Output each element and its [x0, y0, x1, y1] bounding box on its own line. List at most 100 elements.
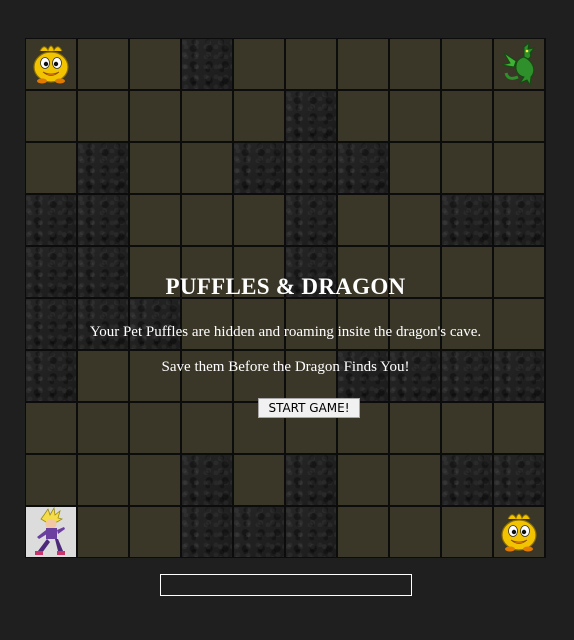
floor-tile[interactable] — [78, 351, 128, 401]
floor-tile[interactable] — [442, 91, 492, 141]
floor-tile[interactable] — [234, 299, 284, 349]
rock-tile[interactable] — [286, 91, 336, 141]
rock-tile[interactable] — [182, 39, 232, 89]
floor-tile[interactable] — [390, 299, 440, 349]
floor-tile[interactable] — [234, 455, 284, 505]
rock-tile[interactable] — [182, 507, 232, 557]
rock-tile[interactable] — [130, 299, 180, 349]
floor-tile[interactable] — [390, 143, 440, 193]
rock-tile[interactable] — [234, 143, 284, 193]
floor-tile[interactable] — [130, 507, 180, 557]
floor-tile[interactable] — [234, 91, 284, 141]
floor-tile[interactable] — [130, 403, 180, 453]
floor-tile[interactable] — [442, 247, 492, 297]
floor-tile[interactable] — [26, 455, 76, 505]
floor-tile[interactable] — [338, 247, 388, 297]
floor-tile[interactable] — [390, 247, 440, 297]
rock-tile[interactable] — [78, 143, 128, 193]
floor-tile[interactable] — [494, 143, 544, 193]
rock-tile[interactable] — [26, 195, 76, 245]
rock-tile[interactable] — [78, 195, 128, 245]
floor-tile[interactable] — [182, 143, 232, 193]
floor-tile[interactable] — [130, 195, 180, 245]
floor-tile[interactable] — [182, 247, 232, 297]
floor-tile[interactable] — [494, 507, 544, 557]
floor-tile[interactable] — [390, 91, 440, 141]
floor-tile[interactable] — [78, 455, 128, 505]
floor-tile[interactable] — [234, 39, 284, 89]
floor-tile[interactable] — [234, 351, 284, 401]
floor-tile[interactable] — [130, 39, 180, 89]
floor-tile[interactable] — [234, 247, 284, 297]
rock-tile[interactable] — [78, 247, 128, 297]
floor-tile[interactable] — [78, 39, 128, 89]
floor-tile[interactable] — [78, 403, 128, 453]
floor-tile[interactable] — [130, 91, 180, 141]
rock-tile[interactable] — [442, 351, 492, 401]
dragon-icon — [494, 39, 544, 89]
floor-tile[interactable] — [338, 195, 388, 245]
start-game-button[interactable]: START GAME! — [258, 398, 360, 418]
rock-tile[interactable] — [234, 507, 284, 557]
floor-tile[interactable] — [286, 351, 336, 401]
floor-tile[interactable] — [442, 403, 492, 453]
rock-tile[interactable] — [494, 351, 544, 401]
floor-tile[interactable] — [390, 507, 440, 557]
floor-tile[interactable] — [442, 143, 492, 193]
floor-tile[interactable] — [26, 91, 76, 141]
floor-tile[interactable] — [494, 39, 544, 89]
floor-tile[interactable] — [130, 351, 180, 401]
rock-tile[interactable] — [286, 143, 336, 193]
floor-tile[interactable] — [26, 403, 76, 453]
rock-tile[interactable] — [338, 351, 388, 401]
rock-tile[interactable] — [286, 195, 336, 245]
rock-tile[interactable] — [286, 247, 336, 297]
floor-tile[interactable] — [26, 143, 76, 193]
floor-tile[interactable] — [182, 299, 232, 349]
rock-tile[interactable] — [494, 455, 544, 505]
floor-tile[interactable] — [338, 39, 388, 89]
floor-tile[interactable] — [390, 403, 440, 453]
floor-tile[interactable] — [130, 143, 180, 193]
floor-tile[interactable] — [442, 39, 492, 89]
floor-tile[interactable] — [182, 91, 232, 141]
rock-tile[interactable] — [494, 195, 544, 245]
floor-tile[interactable] — [338, 507, 388, 557]
floor-tile[interactable] — [442, 507, 492, 557]
rock-tile[interactable] — [286, 507, 336, 557]
floor-tile[interactable] — [390, 455, 440, 505]
floor-tile[interactable] — [26, 507, 76, 557]
rock-tile[interactable] — [338, 143, 388, 193]
floor-tile[interactable] — [494, 403, 544, 453]
floor-tile[interactable] — [338, 299, 388, 349]
floor-tile[interactable] — [494, 247, 544, 297]
rock-tile[interactable] — [182, 455, 232, 505]
floor-tile[interactable] — [390, 195, 440, 245]
floor-tile[interactable] — [286, 39, 336, 89]
floor-tile[interactable] — [130, 455, 180, 505]
floor-tile[interactable] — [390, 39, 440, 89]
rock-tile[interactable] — [286, 455, 336, 505]
floor-tile[interactable] — [494, 299, 544, 349]
floor-tile[interactable] — [338, 455, 388, 505]
game-stage: PUFFLES & DRAGON Your Pet Puffles are hi… — [0, 0, 574, 640]
rock-tile[interactable] — [26, 299, 76, 349]
rock-tile[interactable] — [78, 299, 128, 349]
rock-tile[interactable] — [26, 247, 76, 297]
floor-tile[interactable] — [78, 91, 128, 141]
floor-tile[interactable] — [338, 91, 388, 141]
floor-tile[interactable] — [442, 299, 492, 349]
floor-tile[interactable] — [130, 247, 180, 297]
floor-tile[interactable] — [182, 351, 232, 401]
floor-tile[interactable] — [182, 195, 232, 245]
floor-tile[interactable] — [494, 91, 544, 141]
floor-tile[interactable] — [78, 507, 128, 557]
floor-tile[interactable] — [286, 299, 336, 349]
rock-tile[interactable] — [390, 351, 440, 401]
floor-tile[interactable] — [234, 195, 284, 245]
rock-tile[interactable] — [26, 351, 76, 401]
rock-tile[interactable] — [442, 455, 492, 505]
rock-tile[interactable] — [442, 195, 492, 245]
floor-tile[interactable] — [26, 39, 76, 89]
floor-tile[interactable] — [182, 403, 232, 453]
